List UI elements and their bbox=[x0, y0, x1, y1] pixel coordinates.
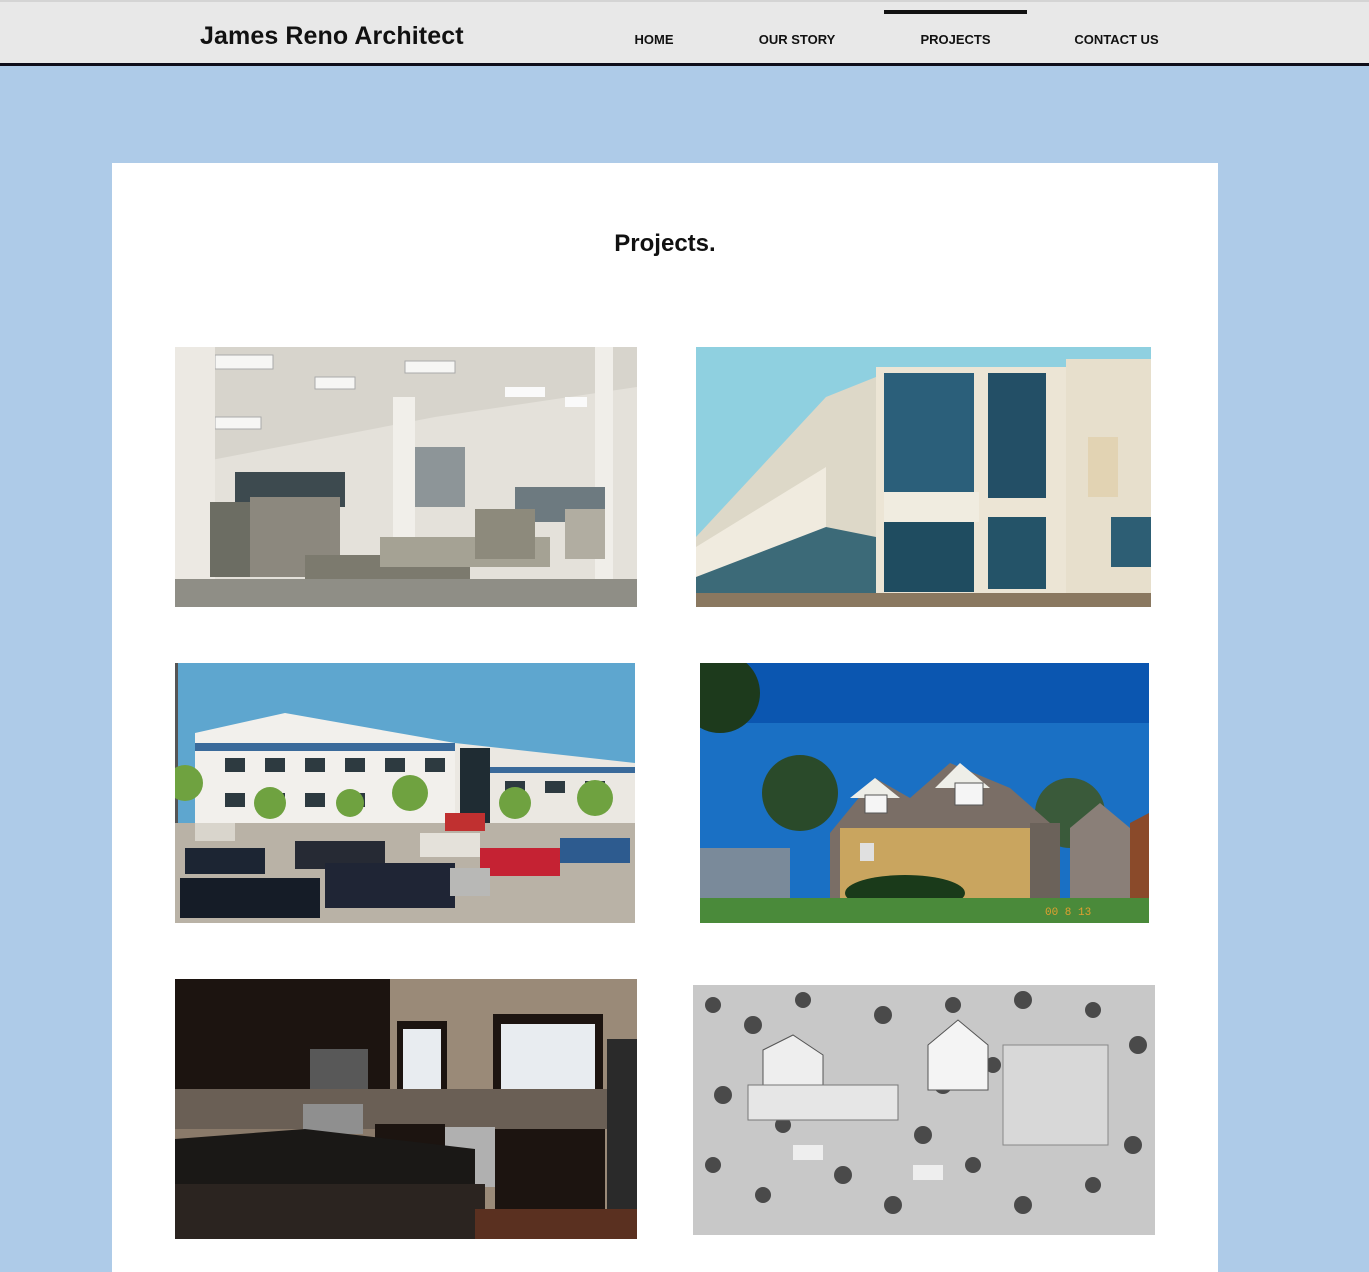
site-logo[interactable]: James Reno Architect bbox=[200, 22, 464, 51]
nav-contact-us[interactable]: CONTACT US bbox=[1060, 10, 1173, 66]
nav-our-story[interactable]: OUR STORY bbox=[745, 10, 849, 66]
nav-projects[interactable]: PROJECTS bbox=[884, 10, 1027, 66]
brick-house-photo[interactable]: 00 8 13 bbox=[700, 663, 1149, 923]
nav-home[interactable]: HOME bbox=[618, 10, 690, 66]
site-model-aerial-photo[interactable] bbox=[693, 985, 1155, 1235]
kitchen-interior-photo[interactable] bbox=[175, 979, 637, 1239]
office-interior-photo[interactable] bbox=[175, 347, 637, 607]
svg-text:00 8 13: 00 8 13 bbox=[1045, 907, 1091, 919]
page-title: Projects. bbox=[614, 230, 716, 257]
site-header: James Reno Architect HOME OUR STORY PROJ… bbox=[0, 0, 1369, 66]
office-building-parking-lot-photo[interactable] bbox=[175, 663, 635, 923]
glass-office-building-photo[interactable] bbox=[696, 347, 1151, 607]
